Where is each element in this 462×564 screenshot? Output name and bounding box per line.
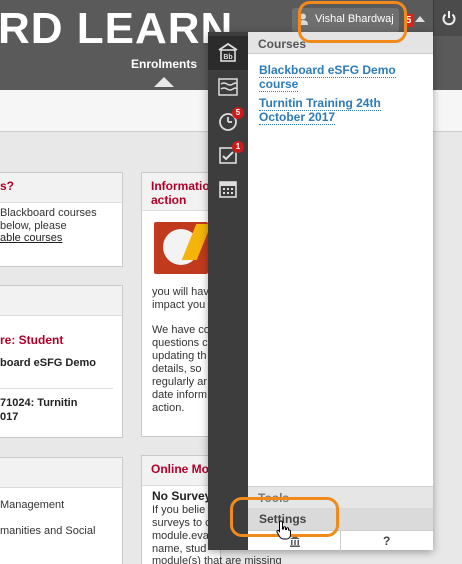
footer-divider: [340, 531, 341, 551]
notification-badge: 5: [232, 107, 244, 119]
module-text: updating th: [152, 350, 207, 362]
module-text: below, please: [0, 220, 67, 232]
course-link-turnitin[interactable]: Turnitin Training 24th: [259, 96, 381, 111]
module-title: Online Mo: [151, 462, 209, 476]
module-text: If you belie: [152, 504, 206, 516]
module-text: surveys to c: [152, 517, 211, 529]
highlight-annotation-user: [298, 1, 407, 43]
rail-item-activity[interactable]: [208, 70, 248, 104]
nav-rail: Bb 5 1: [208, 32, 248, 550]
blackboard-logo-icon: Bb: [218, 42, 238, 62]
module-text: details, so: [152, 363, 202, 375]
svg-text:Bb: Bb: [223, 54, 232, 61]
available-courses-link[interactable]: able courses: [0, 232, 62, 244]
courses-list-panel: Courses Blackboard eSFG Demo course Turn…: [248, 32, 433, 550]
module-text: questions c: [152, 337, 208, 349]
calendar-icon: [219, 181, 237, 198]
course-link-blackboard-demo[interactable]: Blackboard eSFG Demo: [259, 63, 396, 78]
course-link-blackboard-demo-cont[interactable]: course: [259, 77, 299, 92]
power-icon: [442, 11, 456, 26]
module-title: action: [151, 193, 187, 207]
module-header: [0, 286, 122, 316]
alert-image: [154, 222, 212, 274]
module-text: action.: [152, 402, 185, 414]
help-button[interactable]: ?: [383, 534, 390, 548]
module-subtitle: No Survey: [152, 489, 212, 503]
rail-item-updates[interactable]: 5: [208, 104, 248, 138]
active-tab-indicator: [154, 77, 174, 87]
course-link-turnitin-cont[interactable]: October 2017: [259, 110, 336, 125]
module-text: module.eva: [152, 530, 209, 542]
tab-enrolments[interactable]: Enrolments: [131, 57, 197, 71]
caret-up-icon[interactable]: [415, 16, 425, 22]
brand-title: RD LEARN: [0, 4, 234, 53]
module-text: regularly ar: [152, 376, 208, 388]
rail-item-courses[interactable]: Bb: [208, 36, 248, 70]
module-text: We have co: [152, 324, 210, 336]
course-name[interactable]: 71024: Turnitin: [0, 396, 77, 411]
course-name[interactable]: 017: [0, 410, 18, 425]
module-text: date inform: [152, 389, 208, 401]
courses-header-label: Courses: [258, 37, 307, 51]
module-title: re: Student: [0, 333, 64, 347]
course-name[interactable]: board eSFG Demo: [0, 356, 96, 371]
hand-cursor-icon: [276, 520, 291, 540]
module-text: Blackboard courses: [0, 207, 97, 219]
rail-item-calendar[interactable]: [208, 172, 248, 206]
module-header: [0, 458, 122, 488]
logout-button[interactable]: [433, 0, 462, 36]
module-title: s?: [0, 179, 15, 193]
activity-stream-icon: [218, 78, 238, 96]
module-header: [0, 173, 122, 203]
module-text[interactable]: Management: [0, 498, 64, 512]
divider: [0, 388, 113, 389]
module-text[interactable]: manities and Social: [0, 524, 95, 538]
notification-badge: 1: [232, 141, 244, 153]
module-text: you will hav: [152, 286, 209, 298]
module-text: module(s) that are missing: [152, 555, 282, 564]
rail-item-tasks[interactable]: 1: [208, 138, 248, 172]
global-nav-menu: Bb 5 1 Courses Blackboard eSFG Demo cour…: [208, 32, 433, 551]
module-text: impact you: [152, 299, 206, 311]
